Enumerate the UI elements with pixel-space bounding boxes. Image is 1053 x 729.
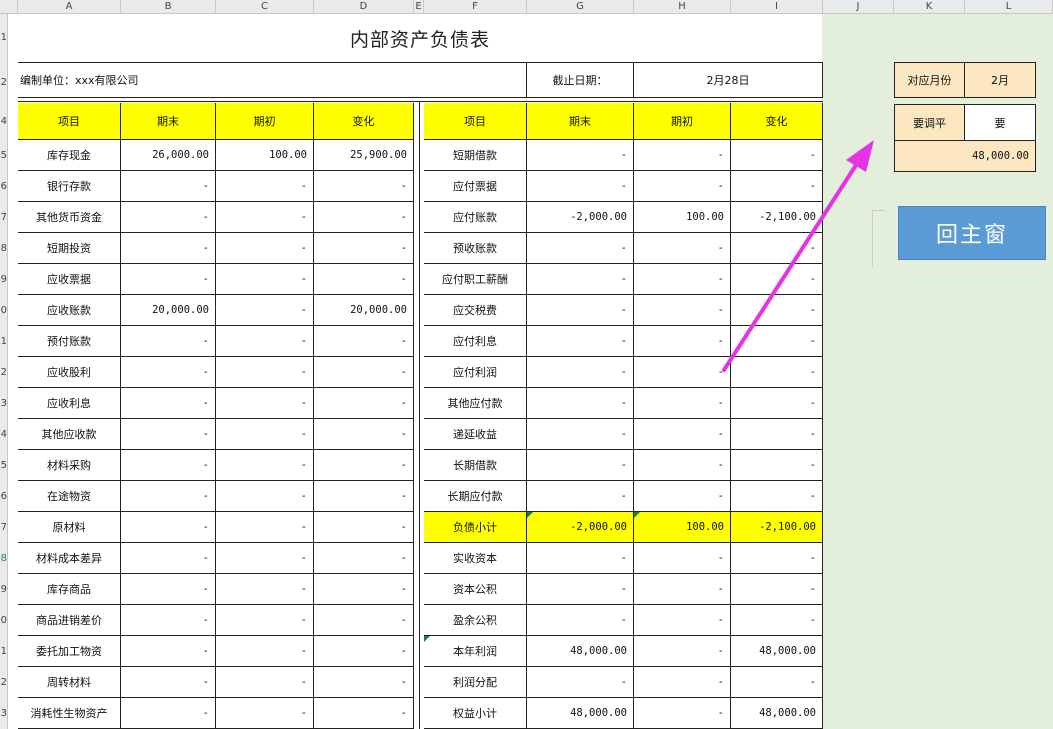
spreadsheet: A B C D E F G H I J K L 1245678901234567… xyxy=(0,0,1053,729)
arrow-annotation xyxy=(722,140,874,372)
arrow-head xyxy=(846,140,874,172)
arrow-shaft xyxy=(722,160,860,372)
